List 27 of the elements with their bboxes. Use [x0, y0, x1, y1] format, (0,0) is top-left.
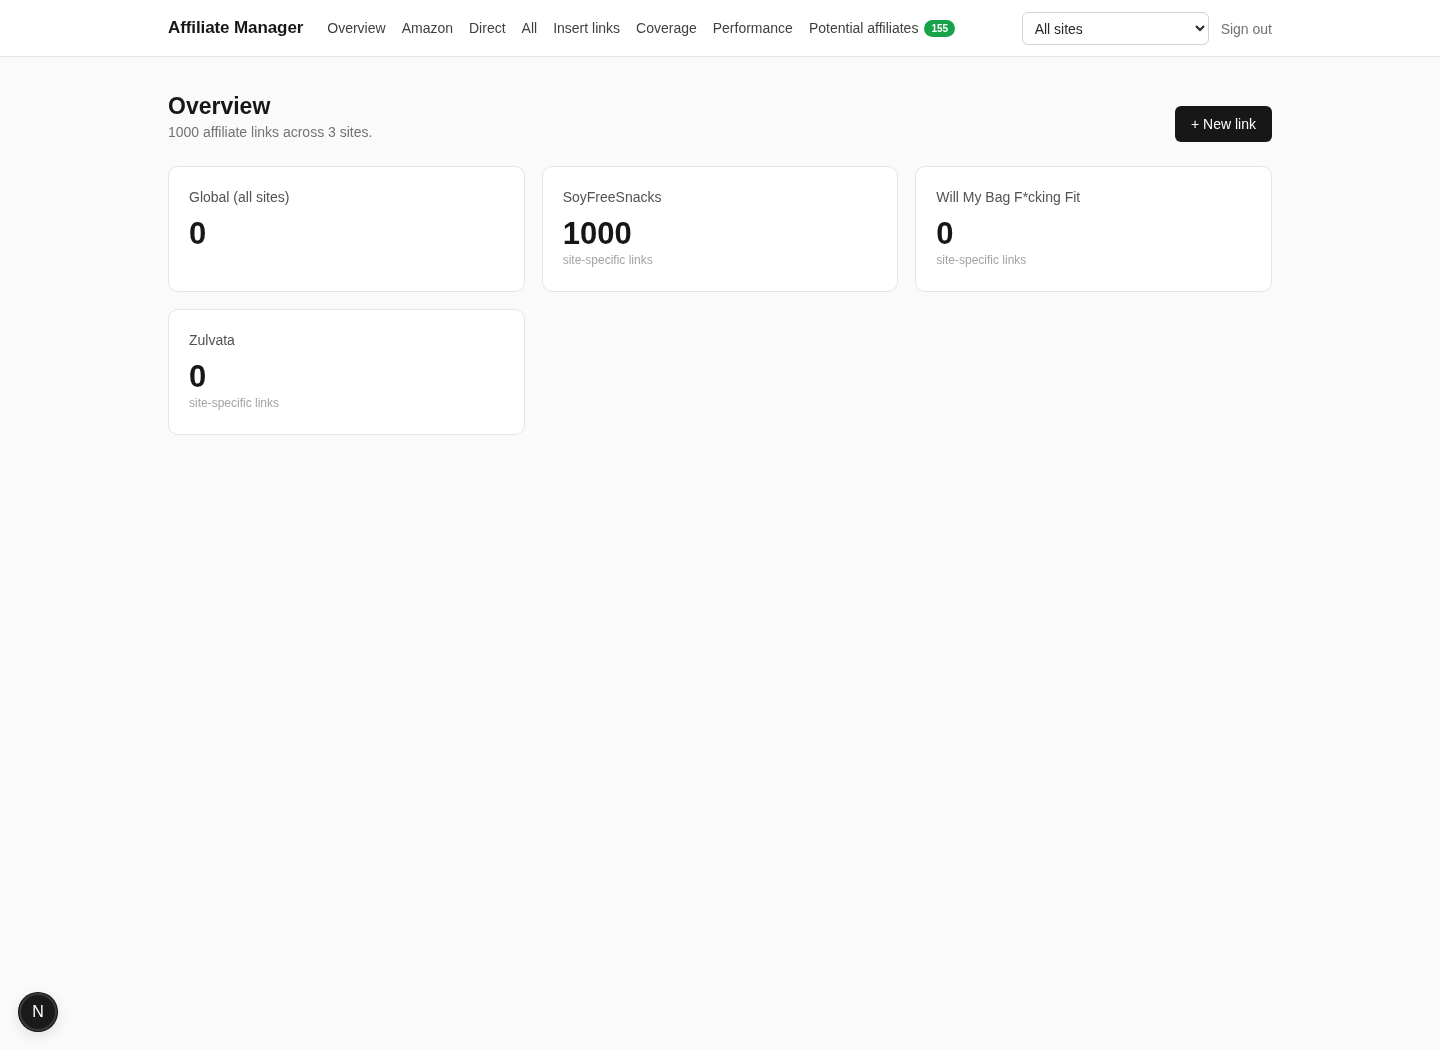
link-count: 0 — [189, 216, 207, 252]
card-title: Global (all sites) — [189, 188, 290, 207]
nav-link[interactable]: Coverage — [636, 20, 697, 36]
dev-tools-button[interactable]: N — [19, 993, 57, 1031]
card-title: Zulvata — [189, 331, 235, 350]
nav-link[interactable]: Overview — [327, 20, 386, 36]
page-subtitle: 1000 affiliate links across 3 sites. — [168, 123, 373, 142]
card-title: Will My Bag F*cking Fit — [936, 188, 1081, 207]
site-select[interactable]: All sites — [1021, 12, 1209, 45]
nav-link[interactable]: Potential affiliates — [808, 20, 919, 36]
sign-out-link[interactable]: Sign out — [1220, 21, 1272, 37]
link-count: 0 — [189, 359, 207, 395]
card-title: SoyFreeSnacks — [562, 188, 662, 207]
nav-link[interactable]: Performance — [712, 20, 793, 36]
card-caption: site-specific links — [936, 252, 1027, 268]
nav-link[interactable]: All — [521, 20, 538, 36]
nav-link[interactable]: Amazon — [401, 20, 453, 36]
page-title: Overview — [168, 92, 271, 120]
count-badge: 155 — [924, 19, 956, 37]
link-count: 1000 — [562, 216, 632, 252]
brand-name: Affiliate Manager — [168, 18, 304, 38]
nav-link[interactable]: Direct — [469, 20, 506, 36]
link-count: 0 — [936, 216, 954, 252]
nav-link[interactable]: Insert links — [553, 20, 621, 36]
card-caption: site-specific links — [562, 252, 653, 268]
card-caption: site-specific links — [189, 395, 280, 411]
new-link-button[interactable]: + New link — [1175, 106, 1272, 142]
